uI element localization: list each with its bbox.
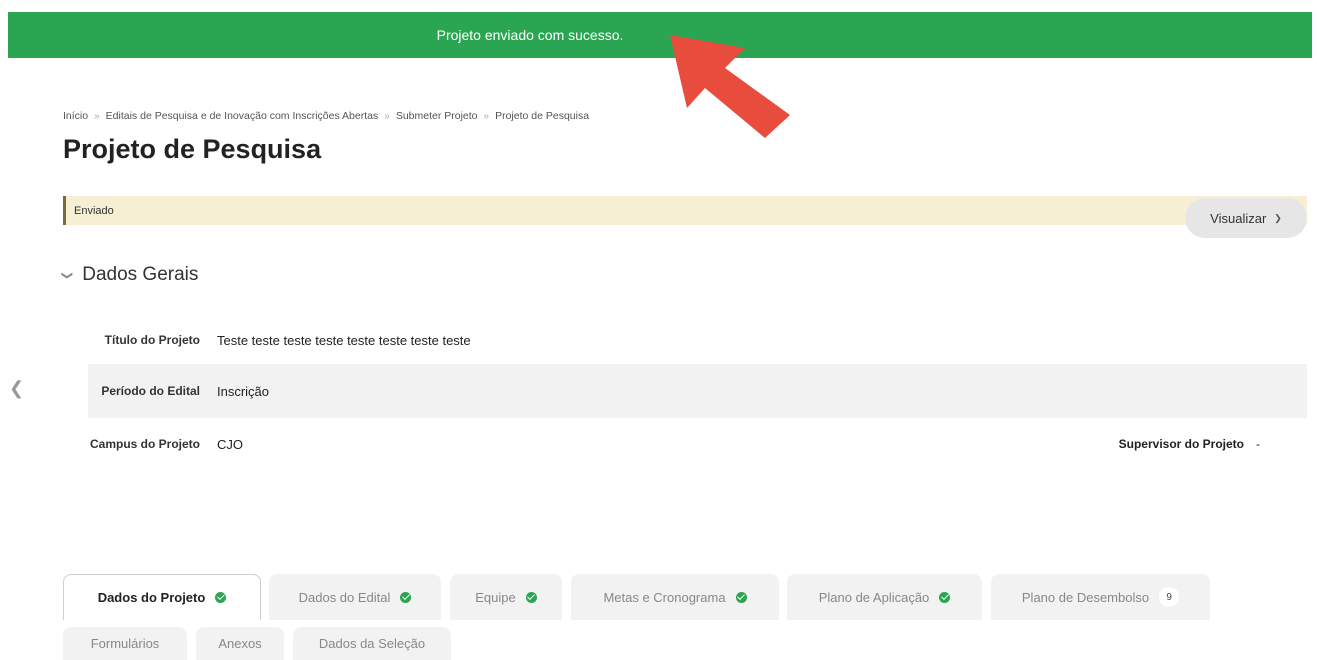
tab-plano-de-desembolso[interactable]: Plano de Desembolso 9 (991, 574, 1210, 620)
success-alert: Projeto enviado com sucesso. (8, 12, 1312, 58)
breadcrumb-separator: » (384, 110, 390, 122)
tab-metas-e-cronograma[interactable]: Metas e Cronograma (571, 574, 779, 620)
tab-label: Formulários (90, 636, 160, 651)
page-title: Projeto de Pesquisa (63, 134, 322, 164)
check-circle-icon (525, 591, 537, 603)
tab-label: Dados da Seleção (318, 636, 426, 651)
tab-label: Plano de Aplicação (818, 589, 930, 605)
breadcrumb-current: Projeto de Pesquisa (495, 110, 590, 122)
tab-dados-do-edital[interactable]: Dados do Edital (269, 574, 441, 620)
check-circle-icon (735, 591, 747, 603)
field-label: Período do Edital (101, 384, 200, 398)
field-row-periodo: Período do Edital Inscrição (88, 364, 1307, 418)
count-badge: 9 (1159, 587, 1180, 607)
tab-label: Metas e Cronograma (603, 589, 726, 605)
tab-label: Equipe (475, 589, 516, 605)
field-value: CJO (217, 436, 243, 452)
field-value: Inscrição (217, 383, 270, 399)
tab-equipe[interactable]: Equipe (450, 574, 562, 620)
tab-label: Anexos (218, 636, 262, 651)
field-label: Campus do Projeto (89, 437, 200, 451)
tab-anexos[interactable]: Anexos (196, 627, 284, 660)
breadcrumb-submeter-projeto[interactable]: Submeter Projeto (396, 110, 478, 122)
section-title: Dados Gerais (82, 264, 199, 285)
breadcrumb-inicio[interactable]: Início (63, 110, 88, 122)
breadcrumb-separator: » (94, 110, 100, 122)
field-value: - (1256, 437, 1260, 451)
tab-label: Dados do Projeto (97, 590, 206, 605)
section-toggle-dados-gerais[interactable]: ❯ Dados Gerais (61, 264, 199, 286)
tab-label: Plano de Desembolso (1021, 589, 1150, 605)
status-text: Enviado (74, 204, 114, 217)
visualizar-dropdown-button[interactable]: Visualizar ❯ (1185, 198, 1307, 238)
breadcrumb: Início » Editais de Pesquisa e de Inovaç… (63, 110, 589, 122)
tab-dados-do-projeto[interactable]: Dados do Projeto (63, 574, 261, 620)
tab-dados-da-selecao[interactable]: Dados da Seleção (293, 627, 451, 660)
breadcrumb-editais[interactable]: Editais de Pesquisa e de Inovação com In… (106, 110, 379, 122)
breadcrumb-separator: » (483, 110, 490, 122)
check-circle-icon (215, 592, 227, 603)
field-row-campus: Campus do Projeto CJO Supervisor do Proj… (88, 418, 1307, 470)
tab-plano-de-aplicacao[interactable]: Plano de Aplicação (787, 574, 982, 620)
field-label: Título do Projeto (104, 333, 200, 347)
supervisor-field: Supervisor do Projeto - (1119, 437, 1260, 451)
chevron-left-icon[interactable]: ❮ (9, 378, 24, 399)
status-banner: Enviado (63, 196, 1307, 225)
field-label: Supervisor do Projeto (1118, 437, 1244, 451)
field-value: Teste teste teste teste teste teste test… (217, 332, 471, 348)
tab-label: Dados do Edital (298, 589, 391, 605)
check-circle-icon (400, 591, 412, 603)
tab-formularios[interactable]: Formulários (63, 627, 187, 660)
visualizar-label: Visualizar (1210, 210, 1267, 226)
chevron-down-icon: ❯ (61, 270, 74, 280)
red-arrow-pointer-icon (670, 35, 790, 138)
check-circle-icon (939, 591, 951, 603)
chevron-down-icon: ❯ (1274, 212, 1282, 223)
success-message: Projeto enviado com sucesso. (436, 27, 624, 43)
field-row-titulo: Título do Projeto Teste teste teste test… (88, 316, 1307, 364)
